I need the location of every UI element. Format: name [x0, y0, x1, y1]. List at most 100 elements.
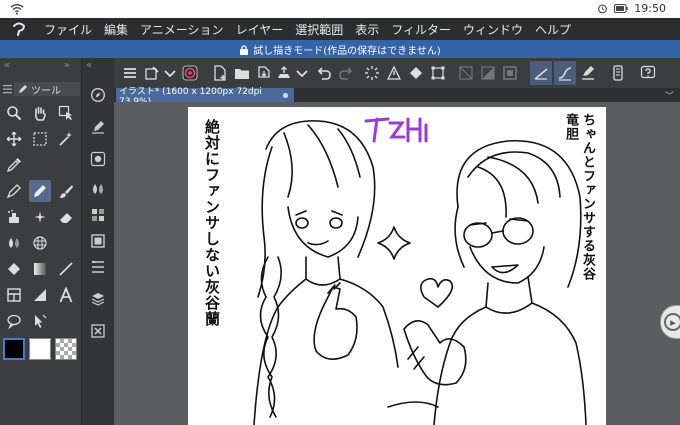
- color-set-button[interactable]: [87, 204, 109, 226]
- command-menu-button[interactable]: [120, 63, 140, 83]
- balloon-tool[interactable]: [3, 310, 25, 332]
- speed-line-tool[interactable]: [29, 284, 51, 306]
- menu-layer[interactable]: レイヤー: [230, 21, 290, 38]
- auto-select-tool[interactable]: [55, 128, 77, 150]
- menu-selection[interactable]: 選択範囲: [289, 21, 349, 38]
- menu-animation[interactable]: アニメーション: [134, 21, 230, 38]
- undo-icon: [317, 67, 331, 80]
- menu-file[interactable]: ファイル: [38, 21, 98, 38]
- sub-tool-detail-button[interactable]: [87, 116, 109, 138]
- export-dropdown-button[interactable]: [292, 63, 312, 83]
- pen-tool[interactable]: [3, 180, 25, 202]
- line-tool[interactable]: [55, 258, 77, 280]
- companion-button[interactable]: [180, 63, 200, 83]
- canvas-tab[interactable]: イラスト* (1600 x 1200px 72dpi 73.9%): [116, 87, 294, 107]
- fill-bucket-icon: [8, 263, 20, 275]
- main-color-swatch[interactable]: [3, 338, 25, 360]
- help-button[interactable]: [638, 63, 658, 83]
- canvas-tab-bar: イラスト* (1600 x 1200px 72dpi 73.9%) ﹀: [114, 87, 680, 107]
- panel-toggle-icon: ▸: [664, 313, 680, 331]
- canvas-area[interactable]: 絶対にファンサしない灰谷蘭 ちゃんとファンサする灰谷竜胆: [114, 102, 680, 425]
- navigator-button[interactable]: [87, 84, 109, 106]
- collapse-left-icon[interactable]: «: [4, 60, 10, 71]
- open-folder-button[interactable]: [232, 63, 252, 83]
- tab-list-chevron-icon[interactable]: ﹀: [665, 89, 674, 102]
- transform-icon: [431, 66, 445, 80]
- export-button[interactable]: [274, 63, 294, 83]
- eyedropper-tool[interactable]: [3, 154, 25, 176]
- sketch-illustration: [253, 117, 587, 425]
- new-canvas-button[interactable]: [142, 63, 162, 83]
- export-icon: [278, 66, 290, 78]
- new-canvas-icon: [145, 66, 159, 80]
- drawing-canvas[interactable]: 絶対にファンサしない灰谷蘭 ちゃんとファンサする灰谷竜胆: [188, 107, 606, 425]
- tool-tab[interactable]: ツール: [14, 82, 80, 97]
- fill-selection-button[interactable]: [406, 63, 426, 83]
- snap-special-ruler-button[interactable]: [554, 61, 576, 85]
- color-circle-button[interactable]: [87, 178, 109, 200]
- app-logo-icon[interactable]: [8, 18, 30, 40]
- pencil-icon: [34, 185, 46, 197]
- eraser-tool[interactable]: [55, 206, 77, 228]
- magic-wand-icon: [59, 132, 72, 146]
- collapse-right-icon[interactable]: »: [64, 60, 70, 71]
- trial-mode-banner: 試し描きモード(作品の保存はできません): [0, 40, 680, 58]
- collapse-sub-icon[interactable]: «: [86, 60, 92, 71]
- save-icon: [258, 66, 270, 78]
- airbrush-tool[interactable]: [3, 206, 25, 228]
- gradient-tool[interactable]: [29, 258, 51, 280]
- deselect-button[interactable]: [456, 63, 476, 83]
- zoom-tool[interactable]: [3, 102, 25, 124]
- unsaved-dot-icon[interactable]: [283, 92, 288, 98]
- brush-tool[interactable]: [55, 180, 77, 202]
- menu-filter[interactable]: フィルター: [385, 21, 457, 38]
- save-button[interactable]: [254, 63, 274, 83]
- invert-selection-icon: [481, 66, 495, 80]
- menu-edit[interactable]: 編集: [98, 21, 134, 38]
- move-tool[interactable]: [3, 128, 25, 150]
- fill-tool[interactable]: [3, 258, 25, 280]
- marquee-tool[interactable]: [29, 128, 51, 150]
- ruler-frame-tool[interactable]: [29, 232, 51, 254]
- clear-button[interactable]: [384, 63, 404, 83]
- open-file-button[interactable]: [210, 63, 230, 83]
- redo-button[interactable]: [336, 63, 356, 83]
- new-file-icon: [214, 65, 226, 81]
- material-button[interactable]: [87, 230, 109, 252]
- app-root: 19:50 ファイル 編集 アニメーション レイヤー 選択範囲 表示 フィルター…: [0, 0, 680, 425]
- panel-frame-tool[interactable]: [3, 284, 25, 306]
- hand-tool[interactable]: [29, 102, 51, 124]
- transparent-color-swatch[interactable]: [55, 338, 77, 360]
- snap-ruler-button[interactable]: [530, 61, 552, 85]
- smartphone-button[interactable]: [608, 63, 628, 83]
- transform-button[interactable]: [428, 63, 448, 83]
- pencil-tool[interactable]: [29, 180, 51, 202]
- sub-color-swatch[interactable]: [29, 338, 51, 360]
- menu-help[interactable]: ヘルプ: [529, 21, 577, 38]
- undo-button[interactable]: [314, 63, 334, 83]
- object-tool[interactable]: [55, 102, 77, 124]
- decoration-tool[interactable]: [29, 206, 51, 228]
- palette-menu-icon[interactable]: [3, 84, 12, 94]
- pen-nib-icon: [6, 184, 21, 199]
- new-dropdown-button[interactable]: [160, 63, 180, 83]
- selection-frame-button[interactable]: [500, 63, 520, 83]
- gradient-icon: [34, 263, 46, 275]
- loading-button[interactable]: [362, 63, 382, 83]
- invert-selection-button[interactable]: [478, 63, 498, 83]
- folder-icon: [235, 69, 249, 79]
- close-panel-button[interactable]: [87, 320, 109, 342]
- brush-size-button[interactable]: [87, 148, 109, 170]
- blend-tool[interactable]: [3, 232, 25, 254]
- blend-drops-icon: [9, 238, 19, 248]
- text-tool[interactable]: [55, 284, 77, 306]
- correct-line-tool[interactable]: [29, 310, 51, 332]
- redo-icon: [339, 67, 353, 80]
- menu-view[interactable]: 表示: [349, 21, 385, 38]
- layer-property-button[interactable]: [87, 256, 109, 278]
- menu-window[interactable]: ウィンドウ: [457, 21, 529, 38]
- pen-detail-icon: [92, 121, 104, 134]
- snap-grid-button[interactable]: [578, 63, 598, 83]
- layer-button[interactable]: [87, 288, 109, 310]
- color-drops-icon: [93, 184, 103, 194]
